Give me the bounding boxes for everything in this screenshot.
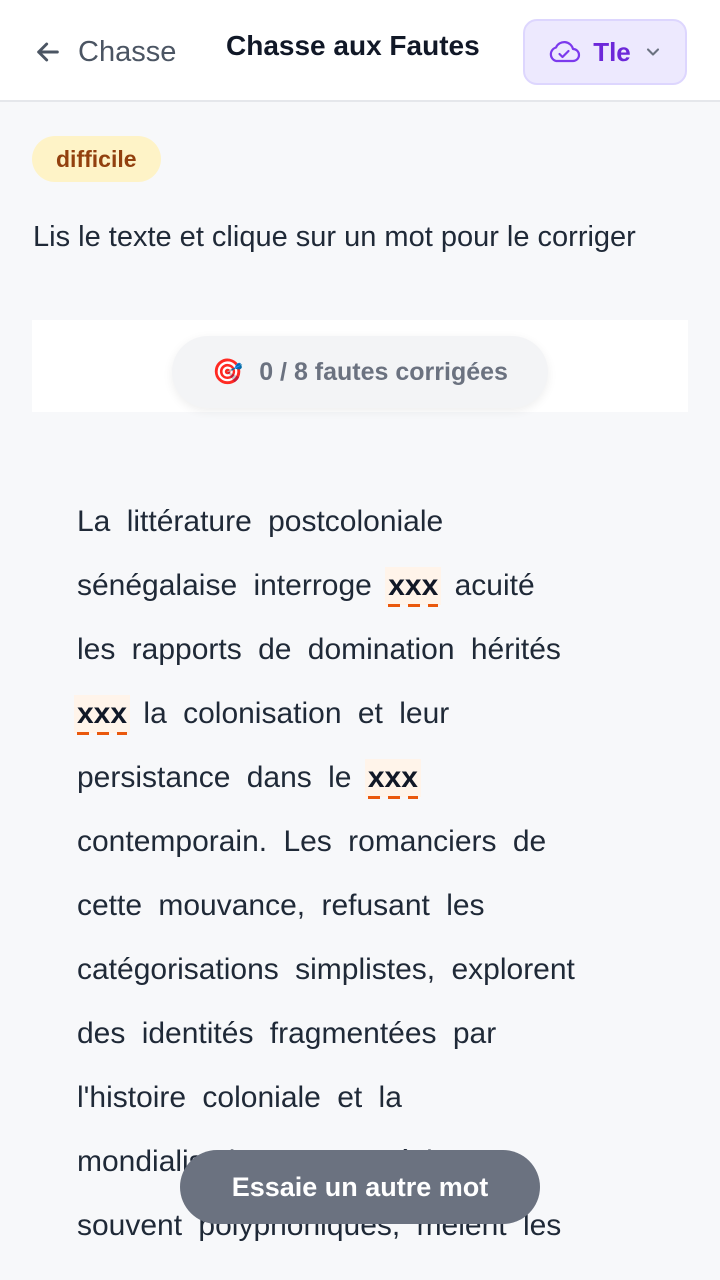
word-group[interactable]: catégorisations simplistes, explorent xyxy=(77,953,575,986)
word-group[interactable]: l'histoire coloniale et la xyxy=(77,1081,402,1114)
word-group[interactable]: des identités fragmentées par xyxy=(77,1017,496,1050)
word-group[interactable]: la colonisation et leur xyxy=(143,697,449,730)
text-line: les rapports de domination hérités xyxy=(77,618,657,682)
text-line: La littérature postcoloniale xyxy=(77,490,657,554)
word-group[interactable]: contemporain. Les romanciers de xyxy=(77,825,546,858)
back-button[interactable]: Chasse xyxy=(32,28,176,76)
text-line: xxx la colonisation et leur xyxy=(74,682,657,746)
word-group[interactable]: La littérature postcoloniale xyxy=(77,505,443,538)
text-line: contemporain. Les romanciers de xyxy=(77,810,657,874)
counter-text: 0 / 8 fautes corrigées xyxy=(259,357,508,386)
arrow-left-icon xyxy=(37,42,59,62)
back-label: Chasse xyxy=(78,35,177,68)
word-group[interactable]: cette mouvance, refusant les xyxy=(77,889,485,922)
error-word[interactable]: xxx xyxy=(364,759,421,799)
word-group[interactable]: les rapports de domination hérités xyxy=(77,633,561,666)
text-line: cette mouvance, refusant les xyxy=(77,874,657,938)
difficulty-badge: difficile xyxy=(32,136,161,182)
score-counter: 🎯 0 / 8 fautes corrigées xyxy=(172,336,548,408)
target-icon: 🎯 xyxy=(212,357,244,386)
level-label: Tle xyxy=(593,36,631,67)
word-group[interactable]: acuité xyxy=(455,569,535,602)
page-title: Chasse aux Fautes xyxy=(226,30,480,61)
error-word[interactable]: xxx xyxy=(385,567,442,607)
word-group[interactable]: sénégalaise interroge xyxy=(77,569,372,602)
passage-text: La littérature postcoloniale sénégalaise… xyxy=(74,490,657,1258)
cloud-check-icon xyxy=(550,41,581,63)
chevron-down-icon xyxy=(646,48,659,56)
text-line: des identités fragmentées par xyxy=(77,1002,657,1066)
text-line: persistance dans le xxx xyxy=(77,746,657,810)
error-word[interactable]: xxx xyxy=(74,695,131,735)
feedback-toast: Essaie un autre mot xyxy=(180,1150,540,1224)
text-line: catégorisations simplistes, explorent xyxy=(77,938,657,1002)
app-header: Chasse Chasse aux Fautes Tle xyxy=(0,0,720,102)
counter-panel: 🎯 0 / 8 fautes corrigées xyxy=(32,320,688,412)
word-group[interactable]: persistance dans le xyxy=(77,761,352,794)
instruction-text: Lis le texte et clique sur un mot pour l… xyxy=(33,221,636,253)
text-line: sénégalaise interroge xxx acuité xyxy=(77,554,657,618)
level-selector[interactable]: Tle xyxy=(523,19,687,85)
text-line: l'histoire coloniale et la xyxy=(77,1066,657,1130)
